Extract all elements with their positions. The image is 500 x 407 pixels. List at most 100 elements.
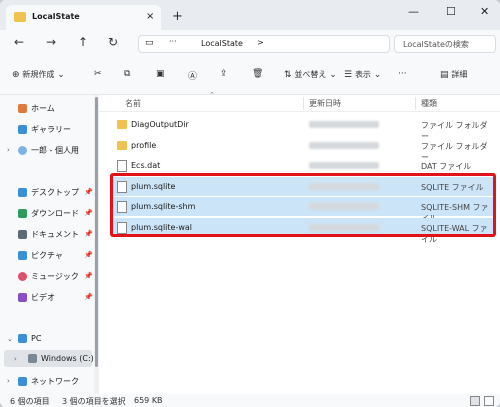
video-icon — [18, 293, 27, 302]
sidebar-item-user[interactable]: 一郎 - 個人用 — [18, 145, 79, 156]
refresh-button[interactable]: ↻ — [108, 35, 118, 49]
sidebar-label: ドキュメント — [31, 230, 79, 239]
details-label: 詳細 — [451, 70, 468, 79]
tab-localstate[interactable]: LocalState × — [6, 5, 161, 30]
file-icon — [117, 160, 127, 172]
sort-chevron-icon: ⌃ — [209, 91, 215, 99]
document-icon — [18, 230, 27, 239]
share-icon[interactable]: ⇪ — [220, 69, 228, 79]
sort-button[interactable]: ⇅ 並べ替え ⌄ — [284, 69, 337, 80]
more-options-button[interactable]: ··· — [398, 69, 407, 79]
column-divider[interactable] — [303, 97, 304, 110]
desktop-icon — [18, 188, 27, 197]
address-field[interactable]: ▭ ··· LocalState > — [138, 35, 390, 53]
pin-icon[interactable]: 📌 — [84, 251, 93, 259]
tab-title: LocalState — [32, 12, 80, 21]
sidebar-item-desktop[interactable]: デスクトップ — [18, 187, 79, 198]
monitor-icon: ▭ — [145, 38, 154, 48]
back-button[interactable]: ← — [14, 35, 24, 49]
chevron-down-icon[interactable]: ⌄ — [7, 335, 13, 343]
column-divider[interactable] — [415, 97, 416, 110]
file-row[interactable]: profile ファイル フォルダー — [113, 136, 495, 162]
sidebar-item-downloads[interactable]: ダウンロード — [18, 208, 79, 219]
sidebar-item-documents[interactable]: ドキュメント — [18, 229, 79, 240]
pin-icon[interactable]: 📌 — [84, 272, 93, 280]
new-tab-button[interactable]: + — [172, 9, 183, 24]
music-icon — [18, 272, 27, 281]
file-list: 名前 ⌃ 更新日時 種類 DiagOutputDir ファイル フォルダー prof… — [99, 91, 500, 394]
tiles-view-icon[interactable] — [484, 396, 494, 406]
sidebar-label: PC — [31, 334, 42, 343]
pin-icon[interactable]: 📌 — [84, 230, 93, 238]
pin-icon[interactable]: 📌 — [84, 188, 93, 196]
folder-icon — [117, 120, 127, 129]
details-view-icon[interactable] — [470, 396, 480, 406]
file-type: DAT ファイル — [421, 162, 472, 171]
sidebar-label: ホーム — [31, 104, 55, 113]
sort-label: 並べ替え — [294, 70, 327, 79]
tab-close-icon[interactable]: × — [146, 11, 154, 22]
sidebar-label: ミュージック — [31, 272, 79, 281]
sidebar-label: ギャラリー — [31, 125, 71, 134]
selection-size: 659 KB — [134, 396, 163, 405]
sidebar-item-pictures[interactable]: ピクチャ — [18, 250, 63, 261]
annotation-highlight-box — [110, 173, 496, 237]
column-name[interactable]: 名前 — [125, 98, 141, 109]
details-button[interactable]: ▤ 詳細 — [440, 69, 467, 80]
pc-icon — [18, 334, 27, 343]
chevron-right-icon[interactable]: › — [14, 355, 17, 363]
sidebar-label: Windows (C:) — [41, 354, 94, 363]
up-button[interactable]: ↑ — [78, 35, 88, 49]
sidebar-item-gallery[interactable]: ギャラリー — [18, 124, 71, 135]
sidebar-item-network[interactable]: ネットワーク — [18, 376, 79, 387]
item-count: 6 個の項目 — [10, 397, 50, 406]
breadcrumb-localstate[interactable]: LocalState — [201, 39, 243, 48]
explorer-window: LocalState × + — ☐ ✕ ← → ↑ ↻ ▭ ··· Local… — [0, 0, 500, 407]
view-button[interactable]: ☰ 表示 ⌄ — [344, 69, 381, 80]
forward-button[interactable]: → — [46, 35, 56, 49]
close-button[interactable]: ✕ — [480, 5, 489, 18]
drive-icon — [28, 354, 37, 363]
gallery-icon — [18, 125, 27, 134]
sidebar-label: ダウンロード — [31, 209, 79, 218]
file-name: Ecs.dat — [131, 161, 161, 170]
folder-icon — [117, 140, 127, 150]
sidebar-item-drive-c[interactable]: Windows (C:) — [28, 354, 94, 363]
sidebar-item-videos[interactable]: ビデオ — [18, 292, 55, 303]
file-row[interactable]: DiagOutputDir ファイル フォルダー — [113, 115, 495, 141]
column-type[interactable]: 種類 — [421, 98, 437, 109]
view-label: 表示 — [354, 70, 371, 79]
paste-icon[interactable]: ▣ — [156, 69, 165, 79]
sidebar-item-pc[interactable]: PC — [18, 334, 41, 343]
cut-icon[interactable]: ✂ — [94, 69, 102, 79]
file-name: profile — [131, 140, 157, 150]
rename-icon[interactable]: Ⓐ — [188, 69, 197, 82]
search-input[interactable]: LocalStateの検索 — [394, 35, 496, 53]
sidebar-label: デスクトップ — [31, 188, 79, 197]
file-date-blurred — [309, 121, 379, 128]
tab-bar: LocalState × + — ☐ ✕ — [0, 0, 500, 30]
selection-count: 3 個の項目を選択 — [62, 397, 126, 406]
copy-icon[interactable]: ⧉ — [124, 69, 130, 79]
pin-icon[interactable]: 📌 — [84, 209, 93, 217]
address-bar: ← → ↑ ↻ ▭ ··· LocalState > LocalStateの検索 — [0, 30, 500, 56]
scrollbar-thumb[interactable] — [95, 97, 98, 367]
column-date[interactable]: 更新日時 — [309, 98, 341, 109]
minimize-button[interactable]: — — [408, 5, 419, 18]
sidebar-label: ネットワーク — [31, 377, 79, 386]
chevron-right-icon[interactable]: > — [257, 38, 264, 47]
sidebar-item-home[interactable]: ホーム — [18, 103, 55, 114]
cloud-icon — [18, 146, 27, 155]
pin-icon[interactable]: 📌 — [84, 293, 93, 301]
chevron-right-icon[interactable]: › — [7, 377, 10, 385]
more-locations-button[interactable]: ··· — [169, 37, 177, 46]
sidebar-label: ピクチャ — [31, 251, 63, 260]
folder-icon — [14, 12, 26, 22]
command-bar: ⊕ 新規作成 ⌄ ✂ ⧉ ▣ Ⓐ ⇪ 🗑 ⇅ 並べ替え ⌄ ☰ 表示 ⌄ ···… — [0, 56, 500, 95]
chevron-right-icon[interactable]: › — [7, 146, 10, 154]
column-header: 名前 ⌃ 更新日時 種類 — [99, 91, 500, 112]
sidebar-item-music[interactable]: ミュージック — [18, 271, 79, 282]
maximize-button[interactable]: ☐ — [446, 5, 456, 18]
delete-icon[interactable]: 🗑 — [252, 69, 263, 79]
new-button[interactable]: ⊕ 新規作成 ⌄ — [12, 69, 65, 80]
